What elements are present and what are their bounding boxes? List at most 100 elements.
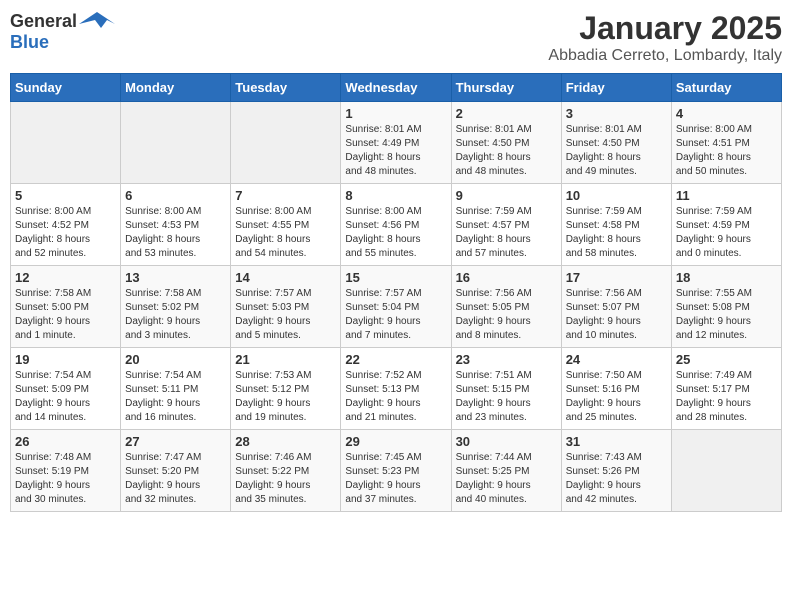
day-number: 17 bbox=[566, 270, 667, 285]
day-number: 31 bbox=[566, 434, 667, 449]
day-number: 16 bbox=[456, 270, 557, 285]
calendar-week-row: 19 Sunrise: 7:54 AM Sunset: 5:09 PM Dayli… bbox=[11, 348, 782, 430]
calendar-day-cell: 9Sunrise: 7:59 AM Sunset: 4:57 PM Daylig… bbox=[451, 184, 561, 266]
calendar-day-cell: 7 Sunrise: 8:00 AM Sunset: 4:55 PM Daylig… bbox=[231, 184, 341, 266]
day-number: 25 bbox=[676, 352, 777, 367]
day-info: Sunrise: 7:59 AM Sunset: 4:58 PM Dayligh… bbox=[566, 205, 667, 261]
header-day-thursday: Thursday bbox=[451, 74, 561, 102]
empty-day-cell bbox=[11, 102, 121, 184]
calendar-day-cell: 30 Sunrise: 7:44 AM Sunset: 5:25 PM Dayli… bbox=[451, 430, 561, 512]
title-area: January 2025 Abbadia Cerreto, Lombardy, … bbox=[548, 10, 782, 65]
day-info: Sunrise: 7:58 AM Sunset: 5:02 PM Dayligh… bbox=[125, 287, 226, 343]
day-number: 18 bbox=[676, 270, 777, 285]
day-number: 21 bbox=[235, 352, 336, 367]
day-number: 14 bbox=[235, 270, 336, 285]
day-number: 15 bbox=[345, 270, 446, 285]
day-info: Sunrise: 8:00 AM Sunset: 4:52 PM Dayligh… bbox=[15, 205, 116, 261]
day-number: 8 bbox=[345, 188, 446, 203]
day-number: 4 bbox=[676, 106, 777, 121]
day-number: 1 bbox=[345, 106, 446, 121]
calendar-table: SundayMondayTuesdayWednesdayThursdayFrid… bbox=[10, 73, 782, 512]
day-info: Sunrise: 8:00 AM Sunset: 4:53 PM Dayligh… bbox=[125, 205, 226, 261]
calendar-day-cell: 24 Sunrise: 7:50 AM Sunset: 5:16 PM Dayli… bbox=[561, 348, 671, 430]
calendar-week-row: 26 Sunrise: 7:48 AM Sunset: 5:19 PM Dayli… bbox=[11, 430, 782, 512]
calendar-day-cell: 18 Sunrise: 7:55 AM Sunset: 5:08 PM Dayli… bbox=[671, 266, 781, 348]
day-info: Sunrise: 7:45 AM Sunset: 5:23 PM Dayligh… bbox=[345, 451, 446, 507]
day-info: Sunrise: 7:56 AM Sunset: 5:07 PM Dayligh… bbox=[566, 287, 667, 343]
day-info: Sunrise: 7:43 AM Sunset: 5:26 PM Dayligh… bbox=[566, 451, 667, 507]
day-number: 6 bbox=[125, 188, 226, 203]
day-info: Sunrise: 8:01 AM Sunset: 4:49 PM Dayligh… bbox=[345, 123, 446, 179]
day-info: Sunrise: 8:00 AM Sunset: 4:56 PM Dayligh… bbox=[345, 205, 446, 261]
calendar-day-cell: 25Sunrise: 7:49 AM Sunset: 5:17 PM Dayli… bbox=[671, 348, 781, 430]
day-number: 19 bbox=[15, 352, 116, 367]
calendar-day-cell: 27 Sunrise: 7:47 AM Sunset: 5:20 PM Dayli… bbox=[121, 430, 231, 512]
day-info: Sunrise: 8:00 AM Sunset: 4:55 PM Dayligh… bbox=[235, 205, 336, 261]
day-info: Sunrise: 7:48 AM Sunset: 5:19 PM Dayligh… bbox=[15, 451, 116, 507]
day-number: 24 bbox=[566, 352, 667, 367]
calendar-day-cell: 14 Sunrise: 7:57 AM Sunset: 5:03 PM Dayli… bbox=[231, 266, 341, 348]
calendar-day-cell: 8 Sunrise: 8:00 AM Sunset: 4:56 PM Daylig… bbox=[341, 184, 451, 266]
calendar-day-cell: 1 Sunrise: 8:01 AM Sunset: 4:49 PM Daylig… bbox=[341, 102, 451, 184]
day-number: 3 bbox=[566, 106, 667, 121]
day-number: 27 bbox=[125, 434, 226, 449]
day-number: 26 bbox=[15, 434, 116, 449]
day-number: 7 bbox=[235, 188, 336, 203]
header-day-sunday: Sunday bbox=[11, 74, 121, 102]
empty-day-cell bbox=[121, 102, 231, 184]
day-info: Sunrise: 7:56 AM Sunset: 5:05 PM Dayligh… bbox=[456, 287, 557, 343]
day-number: 23 bbox=[456, 352, 557, 367]
day-number: 2 bbox=[456, 106, 557, 121]
day-number: 9 bbox=[456, 188, 557, 203]
day-info: Sunrise: 7:59 AM Sunset: 4:59 PM Dayligh… bbox=[676, 205, 777, 261]
day-number: 5 bbox=[15, 188, 116, 203]
day-number: 30 bbox=[456, 434, 557, 449]
empty-day-cell bbox=[671, 430, 781, 512]
header-day-friday: Friday bbox=[561, 74, 671, 102]
day-info: Sunrise: 7:50 AM Sunset: 5:16 PM Dayligh… bbox=[566, 369, 667, 425]
day-info: Sunrise: 8:01 AM Sunset: 4:50 PM Dayligh… bbox=[566, 123, 667, 179]
calendar-day-cell: 28 Sunrise: 7:46 AM Sunset: 5:22 PM Dayli… bbox=[231, 430, 341, 512]
empty-day-cell bbox=[231, 102, 341, 184]
calendar-day-cell: 4 Sunrise: 8:00 AM Sunset: 4:51 PM Daylig… bbox=[671, 102, 781, 184]
month-year-title: January 2025 bbox=[548, 10, 782, 47]
calendar-day-cell: 29 Sunrise: 7:45 AM Sunset: 5:23 PM Dayli… bbox=[341, 430, 451, 512]
calendar-day-cell: 19 Sunrise: 7:54 AM Sunset: 5:09 PM Dayli… bbox=[11, 348, 121, 430]
logo-general-text: General bbox=[10, 11, 77, 32]
calendar-day-cell: 15 Sunrise: 7:57 AM Sunset: 5:04 PM Dayli… bbox=[341, 266, 451, 348]
day-info: Sunrise: 8:00 AM Sunset: 4:51 PM Dayligh… bbox=[676, 123, 777, 179]
day-number: 28 bbox=[235, 434, 336, 449]
calendar-day-cell: 6 Sunrise: 8:00 AM Sunset: 4:53 PM Daylig… bbox=[121, 184, 231, 266]
header: General Blue January 2025 Abbadia Cerret… bbox=[10, 10, 782, 65]
calendar-day-cell: 10 Sunrise: 7:59 AM Sunset: 4:58 PM Dayli… bbox=[561, 184, 671, 266]
day-number: 29 bbox=[345, 434, 446, 449]
day-info: Sunrise: 7:47 AM Sunset: 5:20 PM Dayligh… bbox=[125, 451, 226, 507]
calendar-day-cell: 21 Sunrise: 7:53 AM Sunset: 5:12 PM Dayli… bbox=[231, 348, 341, 430]
logo-blue-text: Blue bbox=[10, 32, 49, 52]
calendar-day-cell: 3 Sunrise: 8:01 AM Sunset: 4:50 PM Daylig… bbox=[561, 102, 671, 184]
calendar-day-cell: 2 Sunrise: 8:01 AM Sunset: 4:50 PM Daylig… bbox=[451, 102, 561, 184]
day-info: Sunrise: 7:54 AM Sunset: 5:09 PM Dayligh… bbox=[15, 369, 116, 425]
day-info: Sunrise: 7:58 AM Sunset: 5:00 PM Dayligh… bbox=[15, 287, 116, 343]
day-info: Sunrise: 7:55 AM Sunset: 5:08 PM Dayligh… bbox=[676, 287, 777, 343]
day-info: Sunrise: 7:53 AM Sunset: 5:12 PM Dayligh… bbox=[235, 369, 336, 425]
day-number: 11 bbox=[676, 188, 777, 203]
day-info: Sunrise: 8:01 AM Sunset: 4:50 PM Dayligh… bbox=[456, 123, 557, 179]
calendar-day-cell: 31 Sunrise: 7:43 AM Sunset: 5:26 PM Dayli… bbox=[561, 430, 671, 512]
day-info: Sunrise: 7:57 AM Sunset: 5:03 PM Dayligh… bbox=[235, 287, 336, 343]
day-info: Sunrise: 7:44 AM Sunset: 5:25 PM Dayligh… bbox=[456, 451, 557, 507]
day-number: 20 bbox=[125, 352, 226, 367]
location-subtitle: Abbadia Cerreto, Lombardy, Italy bbox=[548, 47, 782, 65]
calendar-day-cell: 13Sunrise: 7:58 AM Sunset: 5:02 PM Dayli… bbox=[121, 266, 231, 348]
day-info: Sunrise: 7:57 AM Sunset: 5:04 PM Dayligh… bbox=[345, 287, 446, 343]
day-number: 10 bbox=[566, 188, 667, 203]
day-info: Sunrise: 7:46 AM Sunset: 5:22 PM Dayligh… bbox=[235, 451, 336, 507]
calendar-day-cell: 11 Sunrise: 7:59 AM Sunset: 4:59 PM Dayli… bbox=[671, 184, 781, 266]
calendar-day-cell: 16 Sunrise: 7:56 AM Sunset: 5:05 PM Dayli… bbox=[451, 266, 561, 348]
calendar-day-cell: 17 Sunrise: 7:56 AM Sunset: 5:07 PM Dayli… bbox=[561, 266, 671, 348]
calendar-week-row: 5 Sunrise: 8:00 AM Sunset: 4:52 PM Daylig… bbox=[11, 184, 782, 266]
day-info: Sunrise: 7:54 AM Sunset: 5:11 PM Dayligh… bbox=[125, 369, 226, 425]
day-number: 12 bbox=[15, 270, 116, 285]
calendar-day-cell: 12 Sunrise: 7:58 AM Sunset: 5:00 PM Dayli… bbox=[11, 266, 121, 348]
header-day-tuesday: Tuesday bbox=[231, 74, 341, 102]
